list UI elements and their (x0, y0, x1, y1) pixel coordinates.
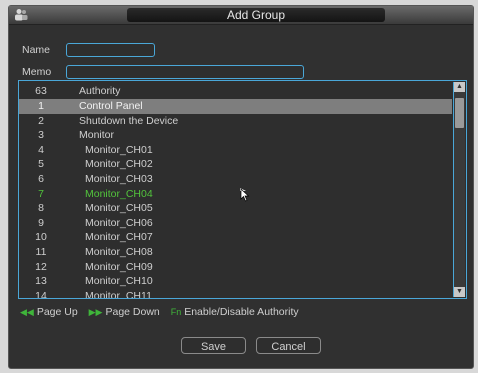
row-number: 4 (38, 143, 44, 156)
row-authority-name: Monitor_CH09 (85, 260, 153, 273)
page-up-label: Page Up (36, 306, 78, 318)
key-legend: ◀◀ Page Up ▶▶ Page Down Fn Enable/Disable A… (20, 306, 307, 318)
enable-disable-label: Enable/Disable Authority (184, 306, 299, 318)
cancel-button[interactable]: Cancel (256, 337, 321, 354)
list-item[interactable]: 6 Monitor_CH03 (19, 172, 452, 187)
name-field[interactable] (66, 43, 155, 57)
row-number: 6 (38, 173, 44, 185)
row-number: 7 (38, 187, 44, 200)
scroll-up-icon[interactable]: ▲ (454, 82, 465, 92)
row-number: 9 (38, 216, 44, 229)
memo-field[interactable] (66, 65, 304, 79)
list-item[interactable]: 8 Monitor_CH05 (19, 201, 452, 216)
scroll-thumb[interactable] (455, 98, 464, 128)
row-number: 1 (38, 100, 44, 112)
save-button[interactable]: Save (181, 337, 246, 354)
list-item[interactable]: 12 Monitor_CH09 (19, 260, 452, 275)
page-down-label: Page Down (105, 306, 160, 318)
mouse-cursor-icon (240, 188, 250, 202)
scrollbar[interactable]: ▲ ▼ (453, 82, 465, 297)
list-item[interactable]: 4 Monitor_CH01 (19, 143, 452, 158)
legend-page-down: ▶▶ Page Down (89, 306, 160, 318)
row-authority-name: Monitor_CH01 (85, 143, 153, 156)
dialog-title: Add Group (127, 8, 385, 22)
row-authority-name: Control Panel (79, 100, 143, 112)
row-authority-name: Monitor (79, 129, 115, 142)
row-number: 13 (35, 275, 47, 288)
row-authority-name: Monitor_CH07 (85, 231, 153, 244)
page-down-key-icon: ▶▶ (88, 307, 103, 317)
user-group-icon (14, 8, 36, 22)
list-item[interactable]: 5 Monitor_CH02 (19, 157, 452, 172)
title-bar: Add Group (9, 6, 473, 25)
name-label: Name (22, 44, 51, 56)
row-number: 12 (35, 260, 47, 273)
row-number: 3 (38, 129, 44, 142)
row-authority-name: Monitor_CH02 (85, 158, 153, 171)
list-header: 63 Authority (19, 84, 452, 100)
list-item[interactable]: 13 Monitor_CH10 (19, 274, 452, 289)
header-count: 63 (35, 85, 47, 97)
row-number: 2 (38, 114, 44, 127)
legend-enable-disable: Fn Enable/Disable Authority (171, 306, 299, 318)
header-authority: Authority (79, 85, 121, 97)
row-number: 8 (38, 202, 44, 215)
row-authority-name: Monitor_CH11 (85, 289, 152, 299)
row-number: 11 (35, 246, 47, 258)
list-item[interactable]: 1 Control Panel (19, 99, 452, 114)
list-item[interactable]: 7 Monitor_CH04 (19, 187, 452, 202)
row-authority-name: Monitor_CH03 (85, 173, 153, 185)
row-authority-name: Monitor_CH05 (85, 202, 153, 215)
fn-key-icon: Fn (170, 307, 182, 317)
page-up-key-icon: ◀◀ (20, 307, 34, 317)
scroll-down-icon[interactable]: ▼ (454, 287, 465, 297)
row-number: 10 (35, 231, 47, 244)
list-item[interactable]: 9 Monitor_CH06 (19, 216, 452, 231)
legend-page-up: ◀◀ Page Up (20, 306, 78, 318)
row-authority-name: Shutdown the Device (79, 114, 179, 127)
list-item[interactable]: 3 Monitor (19, 128, 452, 143)
list-item[interactable]: 10 Monitor_CH07 (19, 230, 452, 245)
memo-label: Memo (22, 66, 52, 78)
row-authority-name: Monitor_CH08 (85, 246, 153, 258)
row-authority-name: Monitor_CH10 (85, 275, 153, 288)
row-authority-name: Monitor_CH06 (85, 216, 153, 229)
list-item[interactable]: 2 Shutdown the Device (19, 114, 452, 129)
list-item[interactable]: 14 Monitor_CH11 (19, 289, 452, 299)
row-number: 14 (35, 289, 47, 299)
list-item[interactable]: 11 Monitor_CH08 (19, 245, 452, 260)
row-authority-name: Monitor_CH04 (85, 187, 153, 200)
row-number: 5 (38, 158, 44, 171)
